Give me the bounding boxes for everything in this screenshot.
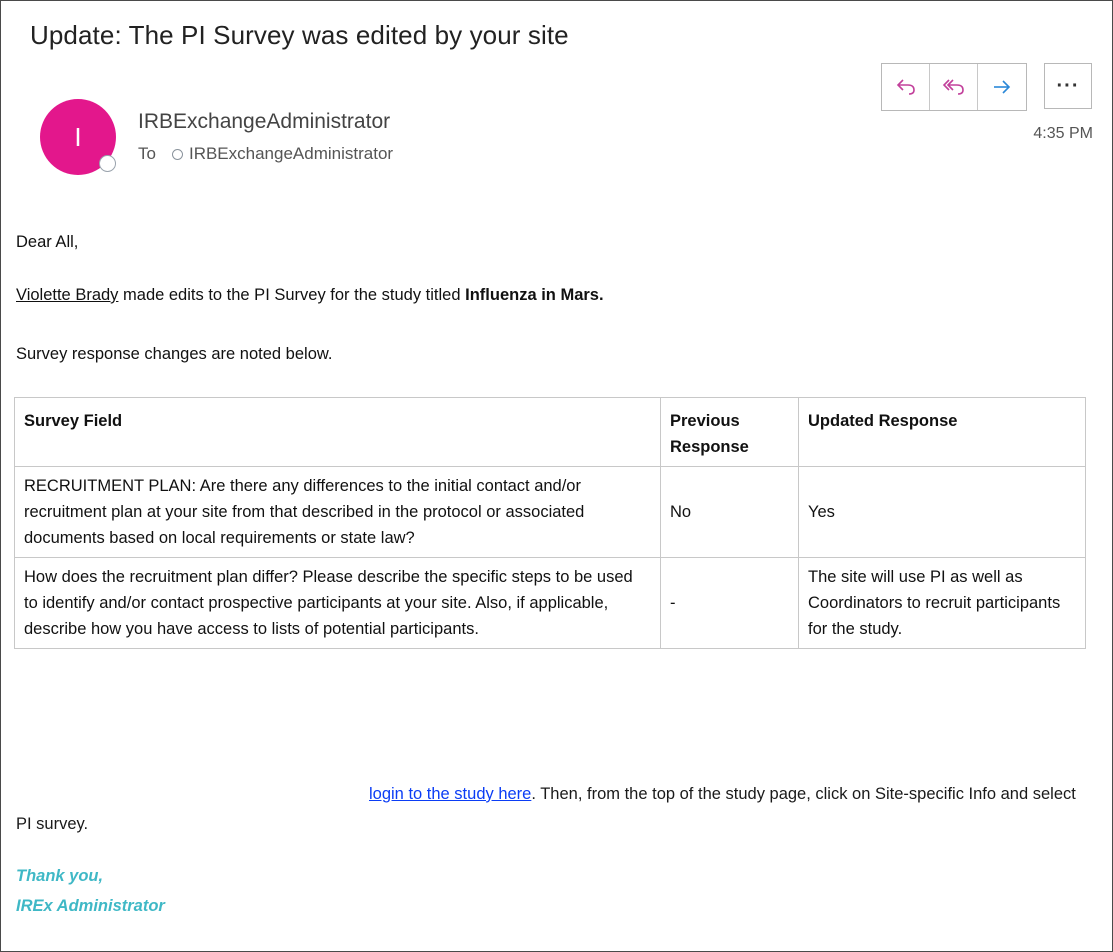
survey-field-cell: How does the recruitment plan differ? Pl… — [14, 557, 661, 649]
signature-name: IREx Administrator — [16, 897, 165, 915]
table-row: RECRUITMENT PLAN: Are there any differen… — [14, 466, 1086, 558]
editor-name[interactable]: Violette Brady — [16, 286, 118, 304]
survey-changes-table: Survey Field Previous Response Updated R… — [14, 397, 1086, 649]
reply-button[interactable] — [882, 64, 930, 110]
reply-all-icon — [942, 79, 964, 95]
previous-response-cell: No — [660, 466, 799, 558]
login-instructions: login to the study here. Then, from the … — [16, 779, 1076, 839]
recipient-line: To IRBExchangeAdministrator — [138, 144, 393, 164]
to-label: To — [138, 144, 156, 163]
table-row: How does the recruitment plan differ? Pl… — [14, 557, 1086, 649]
column-header-previous-response: Previous Response — [660, 397, 799, 467]
column-header-survey-field: Survey Field — [14, 397, 661, 467]
table-header-row: Survey Field Previous Response Updated R… — [14, 397, 1086, 467]
edit-text: made edits to the PI Survey for the stud… — [118, 286, 466, 304]
message-actions — [881, 63, 1027, 111]
updated-response-cell: The site will use PI as well as Coordina… — [798, 557, 1086, 649]
email-subject: Update: The PI Survey was edited by your… — [30, 20, 569, 50]
forward-icon — [994, 80, 1011, 94]
survey-field-cell: RECRUITMENT PLAN: Are there any differen… — [14, 466, 661, 558]
recipient-name[interactable]: IRBExchangeAdministrator — [189, 144, 393, 164]
edit-summary: Violette Brady made edits to the PI Surv… — [16, 286, 604, 305]
study-title: Influenza in Mars. — [465, 286, 604, 304]
login-link[interactable]: login to the study here — [369, 785, 531, 803]
sender-name[interactable]: IRBExchangeAdministrator — [138, 110, 390, 134]
avatar-initial: I — [74, 122, 82, 152]
changes-note: Survey response changes are noted below. — [16, 345, 333, 363]
reply-all-button[interactable] — [930, 64, 978, 110]
reply-icon — [896, 79, 915, 95]
signoff-line: Thank you, — [16, 867, 104, 885]
timestamp: 4:35 PM — [1033, 125, 1093, 142]
recipient-presence-icon — [171, 148, 183, 160]
login-instructions-text: . Then, from the top of the study page, … — [16, 785, 1076, 833]
greeting: Dear All, — [16, 233, 79, 251]
previous-response-cell: - — [660, 557, 799, 649]
more-icon: ··· — [1056, 74, 1080, 97]
presence-status-icon — [99, 155, 116, 172]
forward-button[interactable] — [978, 64, 1026, 110]
column-header-updated-response: Updated Response — [798, 397, 1086, 467]
more-actions-button[interactable]: ··· — [1044, 63, 1092, 109]
updated-response-cell: Yes — [798, 466, 1086, 558]
